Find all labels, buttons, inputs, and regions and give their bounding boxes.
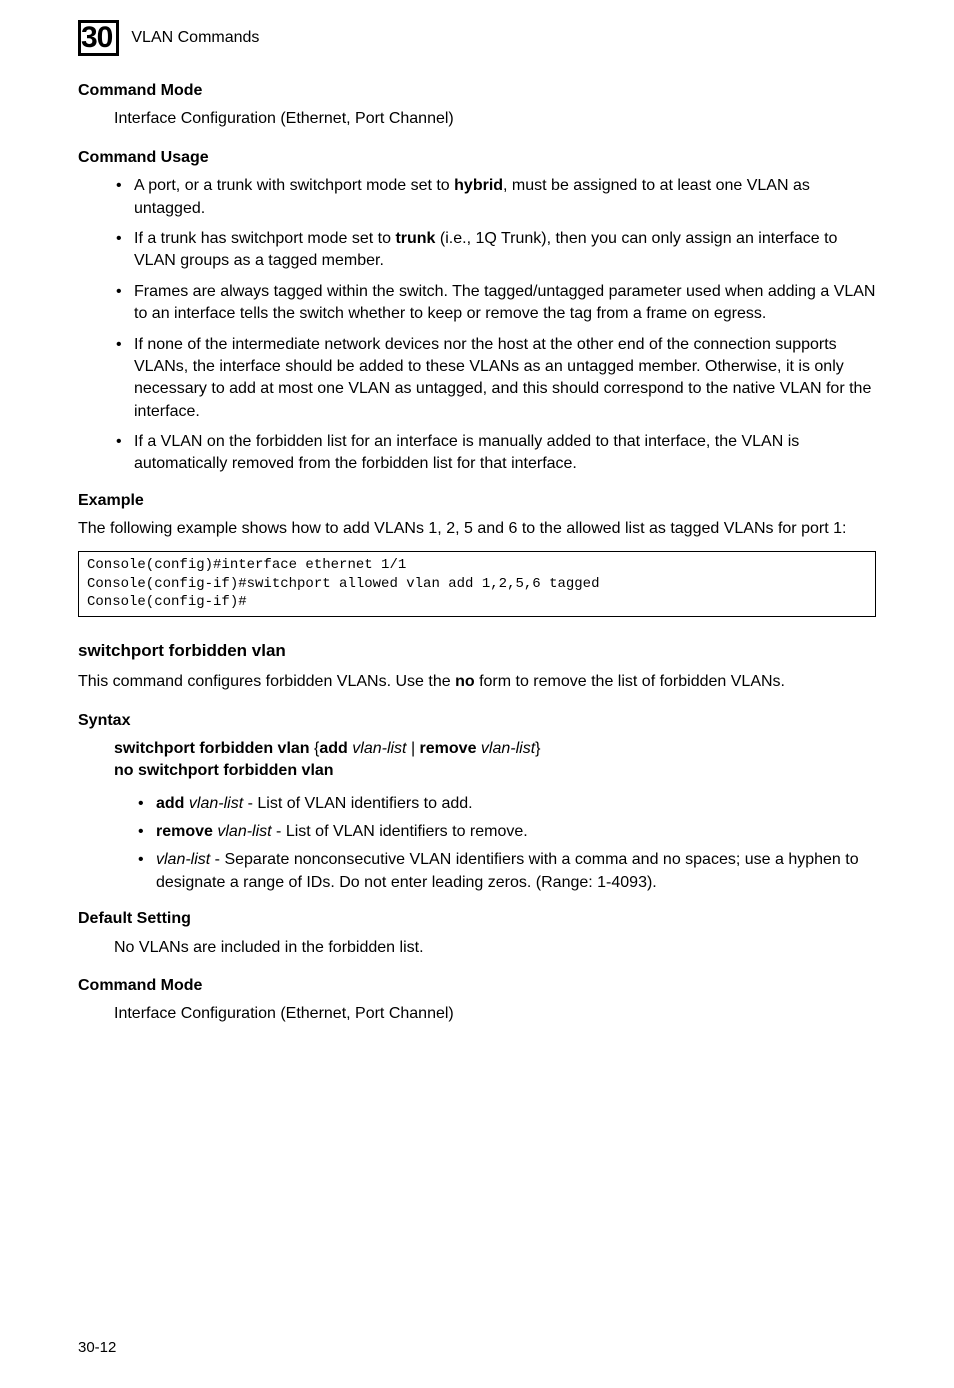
- text: {: [310, 740, 320, 757]
- text: If a trunk has switchport mode set to: [134, 230, 395, 247]
- usage-bullet-4: If none of the intermediate network devi…: [114, 334, 876, 424]
- bold: switchport forbidden vlan: [114, 740, 310, 757]
- usage-bullet-3: Frames are always tagged within the swit…: [114, 281, 876, 326]
- syntax-lines: switchport forbidden vlan {add vlan-list…: [114, 738, 876, 783]
- page-footer: 30-12: [78, 1337, 116, 1358]
- italic: vlan-list: [189, 795, 243, 812]
- text: This command configures forbidden VLANs.…: [78, 673, 455, 690]
- usage-bullet-2: If a trunk has switchport mode set to tr…: [114, 228, 876, 273]
- bold: no: [455, 673, 475, 690]
- syntax-line-1: switchport forbidden vlan {add vlan-list…: [114, 738, 876, 760]
- syntax-sub-list: add vlan-list - List of VLAN identifiers…: [136, 793, 876, 895]
- default-setting-text: No VLANs are included in the forbidden l…: [114, 937, 876, 959]
- text: - List of VLAN identifiers to remove.: [272, 823, 528, 840]
- text: - List of VLAN identifiers to add.: [243, 795, 472, 812]
- text: A port, or a trunk with switchport mode …: [134, 177, 454, 194]
- chapter-title: VLAN Commands: [131, 27, 259, 49]
- command-mode-head: Command Mode: [78, 80, 876, 102]
- command-usage-list: A port, or a trunk with switchport mode …: [114, 175, 876, 476]
- command-mode2-head: Command Mode: [78, 975, 876, 997]
- command-usage-head: Command Usage: [78, 147, 876, 169]
- chapter-number-box: 30: [78, 20, 119, 56]
- usage-bullet-1: A port, or a trunk with switchport mode …: [114, 175, 876, 220]
- syntax-line-2: no switchport forbidden vlan: [114, 760, 876, 782]
- bold: trunk: [395, 230, 435, 247]
- syntax-head: Syntax: [78, 710, 876, 732]
- code-block: Console(config)#interface ethernet 1/1 C…: [78, 551, 876, 618]
- chapter-header: 30 VLAN Commands: [78, 20, 876, 56]
- default-setting-head: Default Setting: [78, 908, 876, 930]
- syntax-sub-3: vlan-list - Separate nonconsecutive VLAN…: [136, 849, 876, 894]
- forbidden-desc: This command configures forbidden VLANs.…: [78, 671, 876, 693]
- text: }: [535, 740, 540, 757]
- italic: vlan-list: [156, 851, 210, 868]
- text: - Separate nonconsecutive VLAN identifie…: [156, 851, 859, 890]
- italic: vlan-list: [352, 740, 406, 757]
- forbidden-title: switchport forbidden vlan: [78, 639, 876, 663]
- syntax-sub-2: remove vlan-list - List of VLAN identifi…: [136, 821, 876, 843]
- example-head: Example: [78, 490, 876, 512]
- bold: hybrid: [454, 177, 503, 194]
- italic: vlan-list: [481, 740, 535, 757]
- command-mode-text: Interface Configuration (Ethernet, Port …: [114, 108, 876, 130]
- usage-bullet-5: If a VLAN on the forbidden list for an i…: [114, 431, 876, 476]
- chapter-number: 30: [81, 23, 112, 53]
- italic: vlan-list: [217, 823, 271, 840]
- text: form to remove the list of forbidden VLA…: [475, 673, 785, 690]
- command-mode2-text: Interface Configuration (Ethernet, Port …: [114, 1003, 876, 1025]
- bold: no switchport forbidden vlan: [114, 762, 334, 779]
- bold: add: [156, 795, 184, 812]
- bold: remove: [420, 740, 477, 757]
- text: |: [407, 740, 420, 757]
- bold: add: [319, 740, 347, 757]
- syntax-sub-1: add vlan-list - List of VLAN identifiers…: [136, 793, 876, 815]
- example-intro: The following example shows how to add V…: [78, 518, 876, 540]
- bold: remove: [156, 823, 213, 840]
